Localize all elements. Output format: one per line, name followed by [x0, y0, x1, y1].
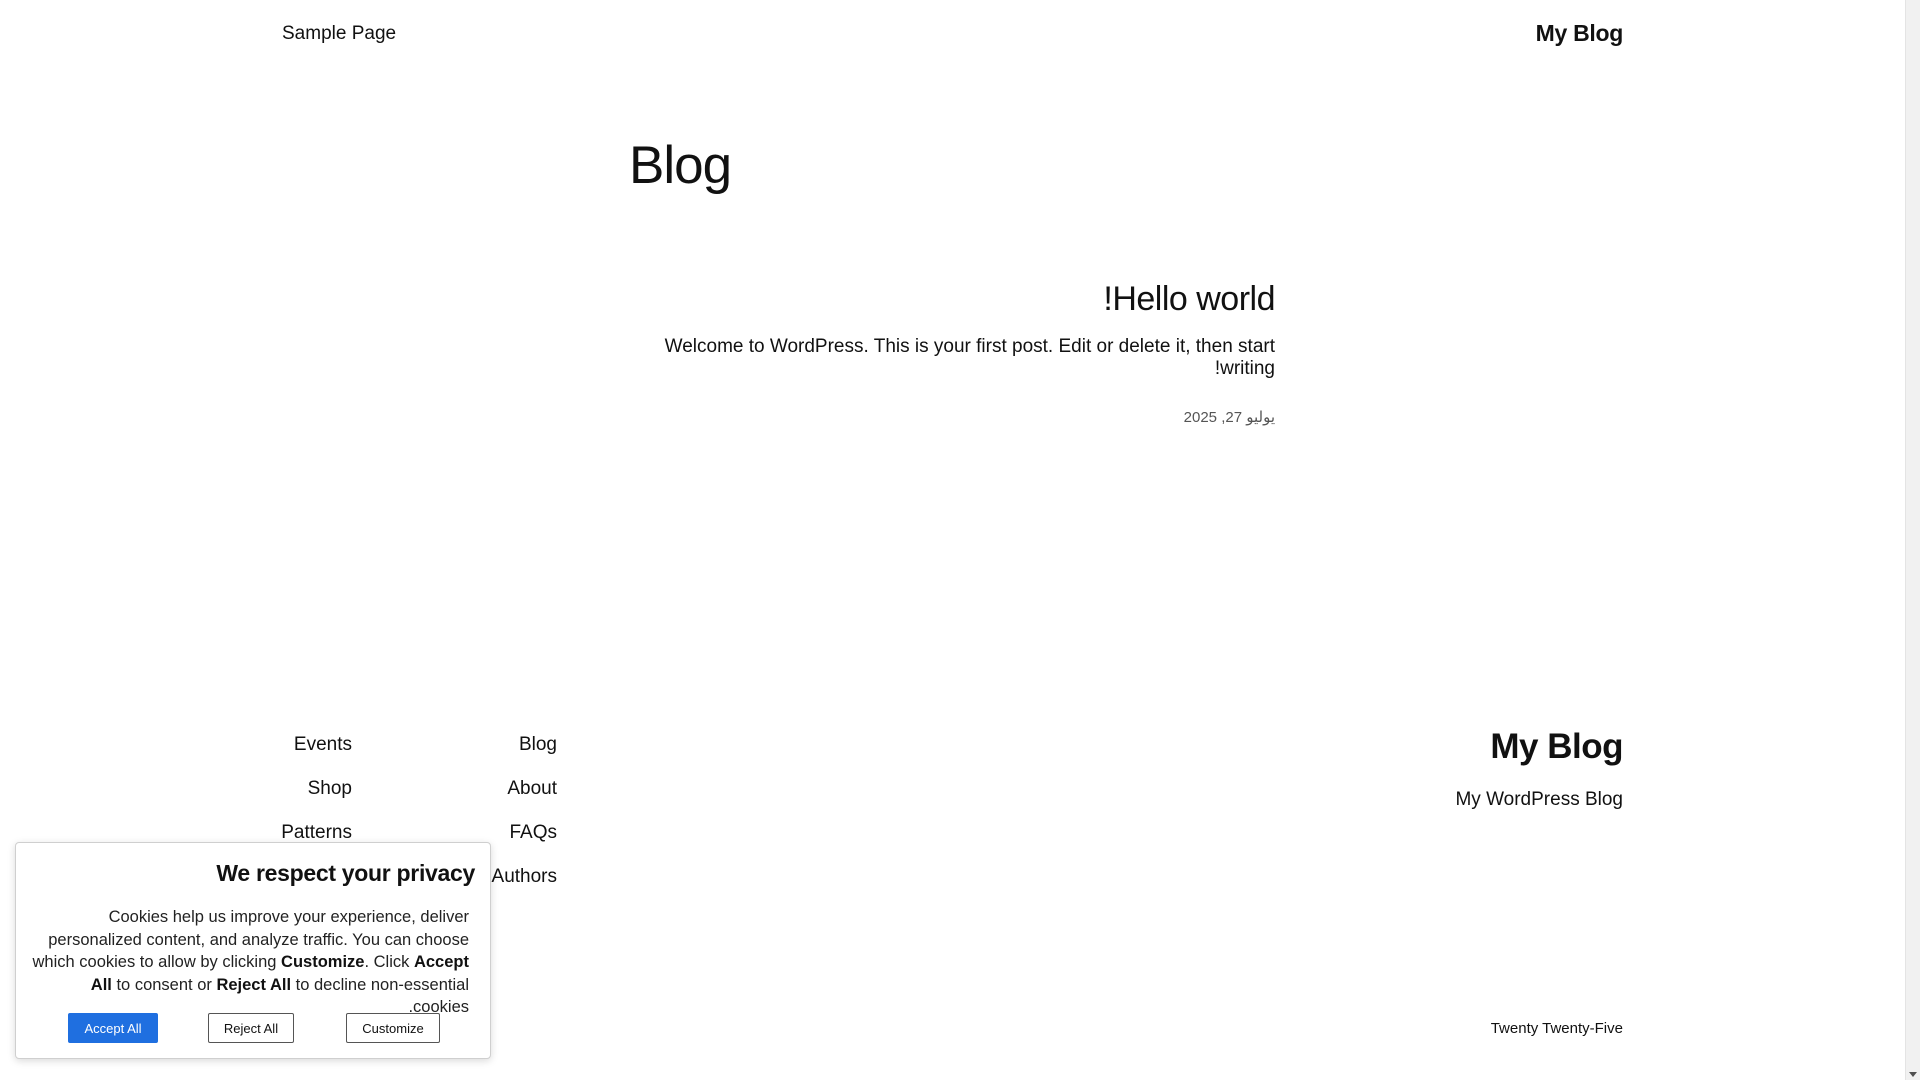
footer-link-faqs[interactable]: FAQs [492, 821, 557, 845]
vertical-scrollbar[interactable] [1905, 0, 1920, 1080]
header-site-title[interactable]: My Blog [1536, 20, 1624, 47]
reject-all-button[interactable]: Reject All [208, 1013, 294, 1043]
footer-link-blog[interactable]: Blog [492, 733, 557, 757]
cookie-text-customize: Customize [281, 953, 365, 971]
cookie-banner-title: We respect your privacy [216, 860, 475, 886]
scroll-down-arrow-icon[interactable] [1909, 1072, 1917, 1077]
post-card: Hello world! Welcome to WordPress. This … [620, 280, 1276, 426]
footer-link-about[interactable]: About [492, 777, 557, 801]
footer-tagline: My WordPress Blog [1455, 789, 1623, 810]
post-title-link[interactable]: Hello world! [620, 280, 1275, 319]
cookie-text-part: to decline non-essential cookies. [291, 975, 469, 1017]
post-date[interactable]: يوليو 27, 2025 [620, 408, 1275, 426]
page-title: Blog [629, 136, 732, 195]
accept-all-button[interactable]: Accept All [68, 1013, 158, 1043]
cookie-text-reject: Reject All [216, 975, 292, 994]
cookie-consent-banner: We respect your privacy Cookies help us … [15, 842, 491, 1059]
footer-credit-link[interactable]: Twenty Twenty-Five [1491, 1020, 1623, 1037]
footer-link-authors[interactable]: Authors [492, 865, 557, 889]
footer-nav-column-1: Blog About FAQs Authors [492, 733, 557, 909]
cookie-banner-text: Cookies help us improve your experience,… [29, 906, 470, 1019]
nav-item-sample-page[interactable]: Sample Page [282, 23, 396, 45]
footer-link-events[interactable]: Events [281, 733, 352, 757]
cookie-text-part: to consent or [111, 975, 217, 994]
cookie-text-part: . Click [364, 953, 414, 971]
customize-button[interactable]: Customize [346, 1013, 440, 1043]
footer-site-title[interactable]: My Blog [1490, 727, 1623, 767]
footer-link-shop[interactable]: Shop [281, 777, 352, 801]
post-excerpt: Welcome to WordPress. This is your first… [664, 336, 1275, 379]
